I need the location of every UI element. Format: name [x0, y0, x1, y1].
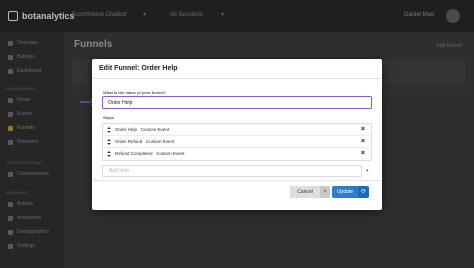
sidebar-item-label: Actives	[17, 201, 34, 207]
sidebar-item-label: Overview	[17, 40, 38, 46]
sidebar-item-label: Events	[17, 111, 33, 117]
list-item[interactable]: Refund Completed Custom Event ×	[103, 148, 371, 160]
sidebar-section-audience: AUDIENCE	[6, 190, 29, 195]
brand-icon	[8, 11, 18, 21]
sidebar-item-label: Acquisition	[17, 215, 42, 221]
brand-logo[interactable]: botanalytics	[8, 11, 75, 21]
modal-header: Edit Funnel: Order Help	[92, 59, 382, 79]
settings-icon	[8, 243, 13, 249]
sidebar-item-flows[interactable]: Flows	[8, 96, 30, 104]
brand-name: botanalytics	[22, 11, 75, 21]
sidebar-item-label: Conversations	[17, 171, 49, 177]
close-icon[interactable]: ×	[361, 126, 365, 133]
list-item[interactable]: Order Refund Custom Event ×	[103, 136, 371, 148]
funnels-icon	[8, 125, 13, 131]
sidebar-item-label: Flows	[17, 97, 31, 103]
sidebar-item-label: Bubbles	[17, 54, 36, 60]
top-bar: botanalytics Ecommerce Chatbot All Sessi…	[0, 0, 474, 32]
funnel-name-label: What is the name of your funnel?	[103, 90, 167, 95]
cancel-button[interactable]: Cancel	[290, 186, 320, 198]
sidebar-item-dashboard[interactable]: Dashboard	[8, 67, 41, 75]
add-funnel-link[interactable]: Add Funnel	[436, 43, 462, 49]
sidebar-item-label: Dashboard	[17, 68, 42, 74]
close-icon[interactable]: ×	[320, 186, 330, 198]
step-label: Order Refund Custom Event	[115, 139, 175, 144]
sidebar-item-retention[interactable]: Retention	[8, 138, 38, 146]
close-icon[interactable]: ×	[361, 138, 365, 145]
demographics-icon	[8, 229, 13, 235]
step-label: Order Help Custom Event	[115, 127, 170, 132]
sidebar-section-conversations: CONVERSATIONS	[6, 160, 43, 165]
sidebar-item-overview[interactable]: Overview	[8, 39, 38, 47]
sidebar-item-label: Funnels	[17, 125, 35, 131]
sidebar-item-conversations[interactable]: Conversations	[8, 170, 49, 178]
edit-funnel-modal: Edit Funnel: Order Help What is the name…	[92, 59, 382, 210]
page-title: Funnels	[74, 39, 113, 50]
acquisition-icon	[8, 215, 13, 221]
sidebar-item-label: Retention	[17, 139, 39, 145]
bubbles-icon	[8, 54, 13, 60]
retention-icon	[8, 139, 13, 145]
sidebar: Overview Bubbles Dashboard ENGAGEMENT Fl…	[0, 32, 64, 268]
sidebar-section-engagement: ENGAGEMENT	[6, 86, 37, 91]
chatbot-select[interactable]: Ecommerce Chatbot	[72, 11, 146, 18]
sidebar-item-actives[interactable]: Actives	[8, 200, 33, 208]
actives-icon	[8, 201, 13, 207]
sidebar-item-events[interactable]: Events	[8, 110, 32, 118]
sidebar-item-funnels[interactable]: Funnels	[8, 124, 35, 132]
steps-list: Order Help Custom Event × Order Refund C…	[102, 123, 372, 161]
sidebar-item-label: Demographics	[17, 229, 50, 235]
sidebar-item-acquisition[interactable]: Acquisition	[8, 214, 41, 222]
conversations-icon	[8, 171, 13, 177]
funnel-name-input[interactable]	[102, 96, 372, 109]
sidebar-item-demographics[interactable]: Demographics	[8, 228, 49, 236]
drag-handle-icon[interactable]	[107, 151, 111, 157]
modal-divider	[92, 180, 382, 181]
chevron-down-icon[interactable]: ▾	[366, 168, 369, 174]
dashboard-icon	[8, 68, 13, 74]
close-icon[interactable]: ×	[361, 150, 365, 157]
step-label: Refund Completed Custom Event	[115, 151, 185, 156]
overview-icon	[8, 40, 13, 46]
steps-label: Steps	[103, 115, 114, 120]
events-icon	[8, 111, 13, 117]
sidebar-item-settings[interactable]: Settings	[8, 242, 35, 250]
list-item[interactable]: Order Help Custom Event ×	[103, 124, 371, 136]
user-name[interactable]: Daniel Mao	[404, 12, 434, 18]
drag-handle-icon[interactable]	[107, 127, 111, 133]
update-button[interactable]: Update	[332, 186, 358, 198]
drag-handle-icon[interactable]	[107, 139, 111, 145]
add-step-select[interactable]: Add Item	[102, 165, 362, 177]
sidebar-item-bubbles[interactable]: Bubbles	[8, 53, 35, 61]
flows-icon	[8, 97, 13, 103]
modal-title: Edit Funnel: Order Help	[99, 65, 178, 72]
session-select[interactable]: All Sessions	[170, 11, 224, 18]
avatar[interactable]	[446, 9, 460, 23]
sidebar-item-label: Settings	[17, 243, 36, 249]
refresh-icon[interactable]: ⟳	[358, 186, 369, 198]
